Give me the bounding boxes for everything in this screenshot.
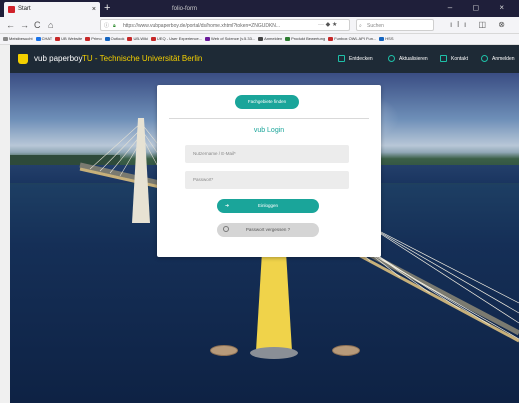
forgot-password-button[interactable]: Passwort vergessen ? [217,223,319,237]
info-icon[interactable]: ⓘ [104,20,109,30]
login-card: Fachgebiete finden vub Login Nutzername … [157,85,381,257]
bookmark-label: Produkt Bewertung [291,36,326,41]
tab-start[interactable]: Start × [4,2,100,17]
user-icon [481,55,488,63]
bookmark-favicon-icon [328,36,334,41]
bookmark-favicon-icon [85,36,91,41]
navigation-bar: ← → C ⌂ ⓘ 🔒︎ https://www.vubpaperboy.de/… [0,17,519,41]
bookmark-item[interactable]: Outlook [104,34,125,44]
brand-subtitle: TU - Technische Universität Berlin [82,54,203,63]
bookmark-label: Funbox OWL API Fun... [334,36,377,41]
bookmark-label: HSS [385,36,394,41]
bookmark-item[interactable]: Web of Science [v.5.33... [205,34,255,44]
forgot-password-label: Passwort vergessen ? [245,227,291,232]
window-controls[interactable]: – ◻ × [448,0,513,16]
bookmark-item[interactable]: UB Website [55,34,82,44]
bridge-pier [332,345,360,356]
username-placeholder: Nutzername / E-Mail* [193,151,236,156]
paperboy-logo-icon[interactable] [18,54,28,64]
forward-button[interactable]: → [20,18,29,32]
bookmark-item[interactable]: Meistbesucht [3,34,33,44]
search-field[interactable]: ⌕ Suchen [356,19,434,31]
back-button[interactable]: ← [6,18,15,32]
bookmark-label: Meistbesucht [9,36,33,41]
username-input[interactable]: Nutzername / E-Mail* [185,145,349,163]
nav-label: Aktualisieren [399,56,428,62]
bookmark-favicon-icon [127,36,133,41]
bookmark-label: Anmelden [264,36,283,41]
tab-bar: Start × + folio-form – ◻ × [0,0,519,17]
bookmark-label: UB-Wiki [133,36,148,41]
bookmark-favicon-icon [55,36,61,41]
website: vub paperboy TU - Technische Universität… [10,45,519,403]
reload-button[interactable]: C [34,18,41,32]
bookmark-favicon-icon [35,36,41,41]
bookmark-item[interactable]: Primo [85,34,102,44]
bookmark-label: Primo [91,36,102,41]
site-header: vub paperboy TU - Technische Universität… [10,45,519,73]
bookmark-favicon-icon [104,36,110,41]
search-placeholder: Suchen [367,23,384,29]
home-button[interactable]: ⌂ [48,18,53,32]
tab-folio[interactable]: folio-form [158,2,236,17]
bookmark-item[interactable]: UB-Wiki [127,34,148,44]
nav-entdecken[interactable]: Entdecken [338,45,373,73]
bookmark-item[interactable]: Produkt Bewertung [285,34,325,44]
bookmark-favicon-icon [285,36,291,41]
search-icon: ⌕ [359,23,362,29]
question-icon [223,226,229,232]
sign-in-icon: ➜ [225,203,230,209]
bookmarks-bar: Meistbesucht CHAT UB Website Primo Outlook UB… [0,34,519,45]
bookmark-favicon-icon [379,36,385,41]
nav-kontakt[interactable]: Kontakt [440,45,468,73]
login-button[interactable]: ➜ Einloggen [217,199,319,213]
bookmark-label: CHAT [41,36,53,41]
bookmark-label: Web of Science [v.5.33... [211,36,256,41]
refresh-icon [388,55,395,63]
login-button-label: Einloggen [257,203,279,208]
close-tab-icon[interactable]: × [92,2,96,17]
bookmark-label: UB Website [61,36,83,41]
page-actions[interactable]: ··· ◆ ★ [318,19,337,31]
url-text: https://www.vubpaperboy.de/portal/ds/hom… [123,23,281,29]
bookmark-favicon-icon [258,36,264,41]
bookmark-item[interactable]: Anmelden [258,34,282,44]
password-input[interactable]: Passwort* [185,171,349,189]
bookmark-item[interactable]: HSS [379,34,394,44]
nav-label: Kontakt [451,56,468,62]
lock-icon: 🔒︎ [113,23,116,29]
bookmark-favicon-icon [3,36,8,41]
password-placeholder: Passwort* [193,177,214,182]
chat-icon [440,55,447,63]
bookmark-label: UEQ - User Experience... [156,36,203,41]
book-icon [338,55,345,63]
bookmark-item[interactable]: CHAT [35,34,53,44]
nav-label: Entdecken [349,56,373,62]
bookmark-item[interactable]: UEQ - User Experience... [150,34,203,44]
bookmark-item[interactable]: Funbox OWL API Fun... [328,34,376,44]
new-tab-button[interactable]: + [104,1,110,15]
university-favicon-icon [8,6,15,13]
nav-label: Anmelden [492,56,515,62]
brand-name[interactable]: vub paperboy [34,45,82,73]
tab-label: Start [18,6,31,12]
divider [169,118,369,119]
bookmark-favicon-icon [205,36,211,41]
bridge-pier [210,345,238,356]
nav-aktualisieren[interactable]: Aktualisieren [388,45,428,73]
nav-anmelden[interactable]: Anmelden [481,45,515,73]
address-bar[interactable]: ⓘ 🔒︎ https://www.vubpaperboy.de/portal/d… [100,19,350,31]
browser-window: Start × + folio-form – ◻ × ← → C ⌂ ⓘ 🔒︎ … [0,0,519,403]
login-title: vub Login [253,127,285,134]
tab-label: folio-form [172,6,198,12]
bookmark-label: Outlook [110,36,125,41]
find-subjects-button[interactable]: Fachgebiete finden [235,95,299,109]
bookmark-favicon-icon [150,36,156,41]
